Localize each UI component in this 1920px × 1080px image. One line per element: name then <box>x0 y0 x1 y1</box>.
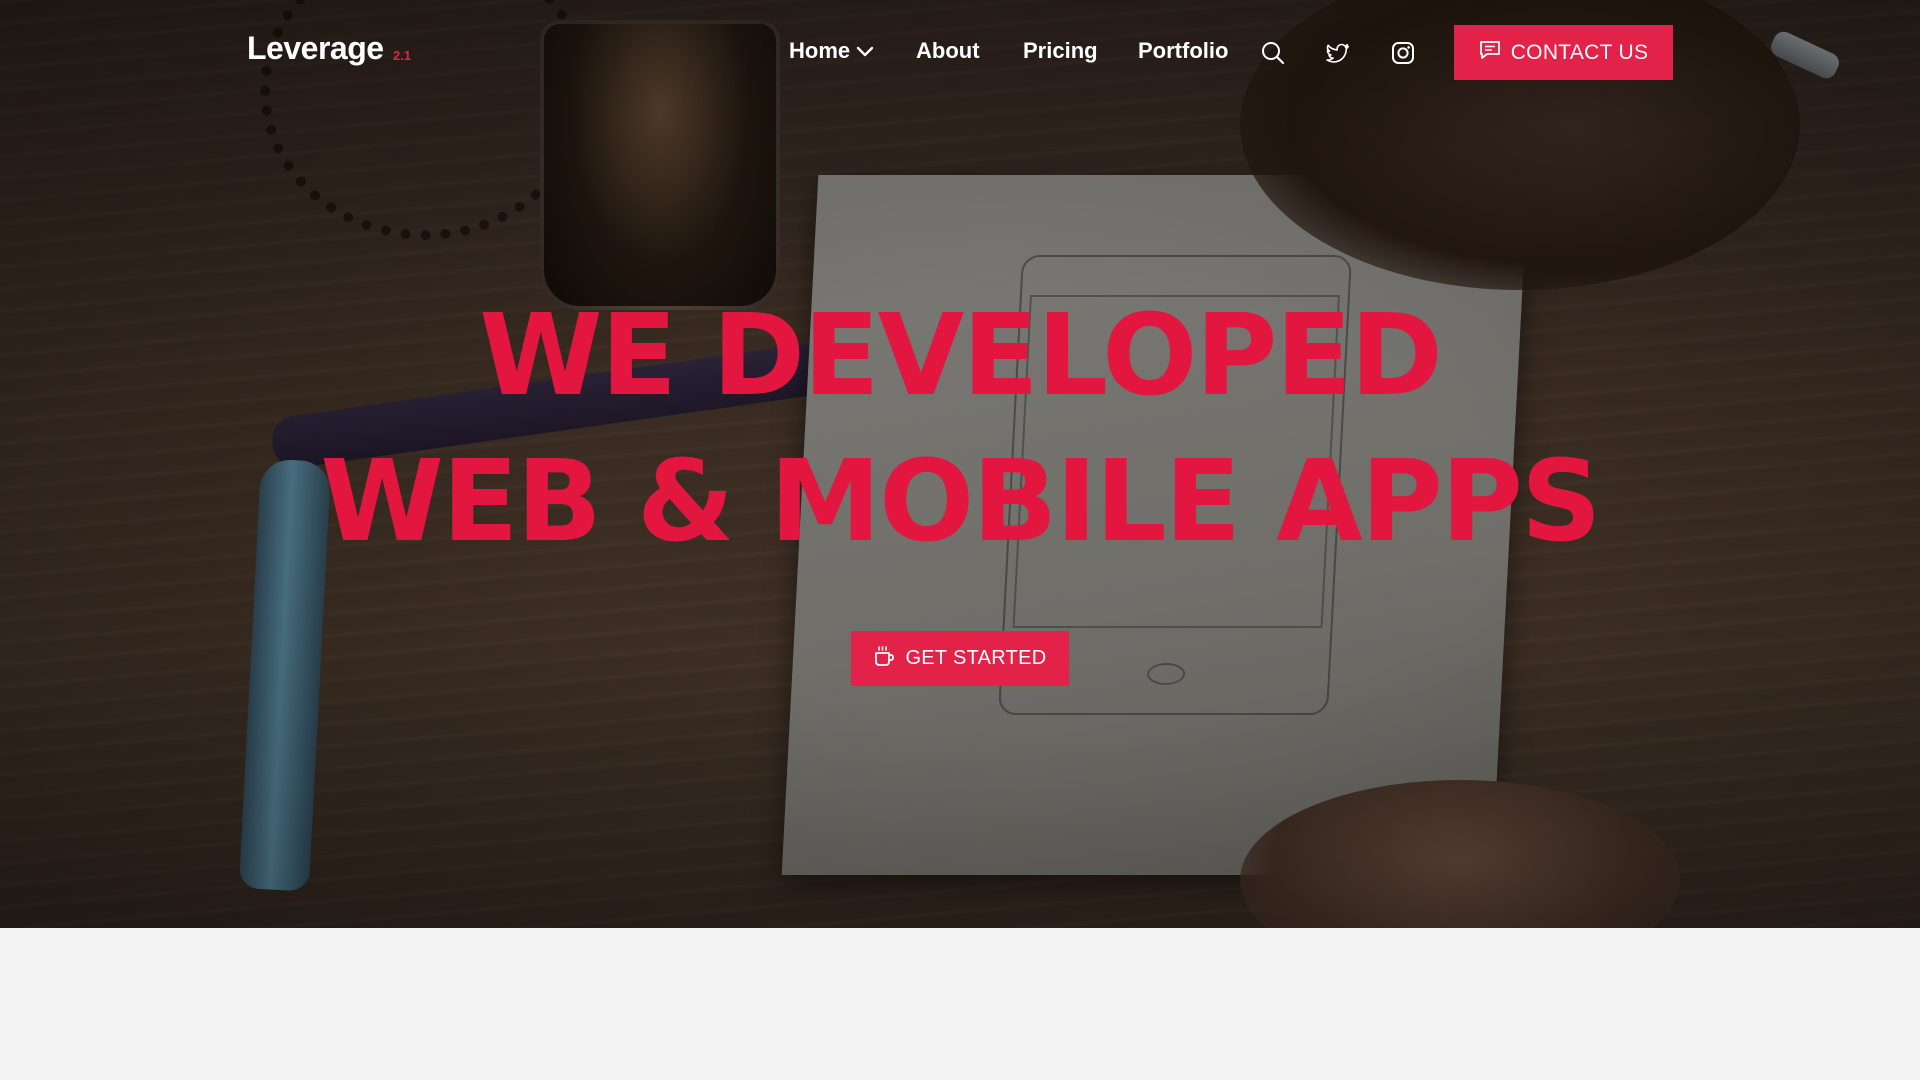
chevron-down-icon <box>856 38 874 64</box>
contact-us-label: CONTACT US <box>1510 40 1649 64</box>
get-started-label: GET STARTED <box>905 647 1047 669</box>
contact-us-button[interactable]: CONTACT US <box>1454 25 1673 80</box>
nav-home-label: Home <box>789 38 851 63</box>
coffee-cup-icon <box>873 645 895 673</box>
nav-item-portfolio[interactable]: Portfolio <box>1138 38 1228 64</box>
phone-sketch-home-button <box>1146 663 1186 685</box>
brand-logo[interactable]: Leverage <box>247 30 384 67</box>
instagram-icon[interactable] <box>1390 40 1416 66</box>
background-coffee-glass <box>540 20 780 310</box>
search-icon[interactable] <box>1260 40 1286 66</box>
twitter-icon[interactable] <box>1325 40 1351 66</box>
hero-headline-line-2: WEB & MOBILE APPS <box>320 437 1601 567</box>
page-content-area <box>0 928 1920 1080</box>
brand-version: 2.1 <box>393 48 412 63</box>
chat-icon <box>1479 40 1501 66</box>
nav-item-home[interactable]: Home <box>789 38 874 64</box>
get-started-button[interactable]: GET STARTED <box>851 631 1069 686</box>
nav-item-about[interactable]: About <box>916 38 980 64</box>
hero-headline-line-1: WE DEVELOPED <box>479 291 1443 421</box>
nav-item-pricing[interactable]: Pricing <box>1023 38 1098 64</box>
